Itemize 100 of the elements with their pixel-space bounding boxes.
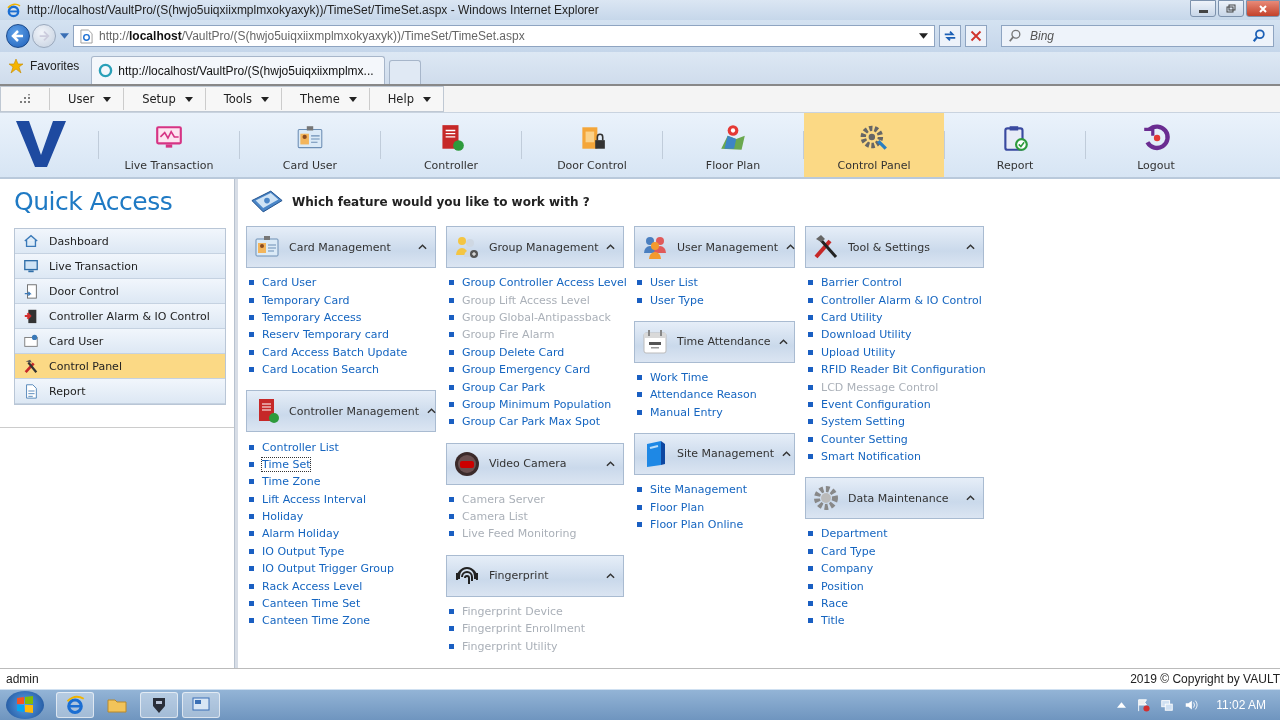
feature-link[interactable]: Site Management [650,483,748,497]
feature-link[interactable]: Temporary Access [262,310,362,324]
feature-link[interactable]: Counter Setting [821,432,908,446]
start-button[interactable] [6,691,44,719]
nav-button[interactable]: Controller [381,113,521,177]
quick-access-item[interactable]: Control Panel [15,354,225,379]
feature-link[interactable]: Card Type [821,544,876,558]
menu-item[interactable]: Tools [204,88,282,110]
feature-link[interactable]: Alarm Holiday [262,527,340,541]
feature-link[interactable]: Card Access Batch Update [262,345,408,359]
menu-item[interactable]: Setup [123,88,205,110]
group-header[interactable]: Card Management [246,226,436,268]
feature-link[interactable]: Canteen Time Set [262,597,361,611]
feature-link[interactable]: Rack Access Level [262,579,363,593]
stop-button[interactable] [965,25,987,47]
collapse-icon[interactable] [418,244,427,250]
collapse-icon[interactable] [606,460,615,467]
feature-link[interactable]: Group Delete Card [462,345,565,359]
dropdown-caret-icon[interactable] [60,33,69,39]
collapse-icon[interactable] [427,408,437,415]
feature-link[interactable]: Floor Plan [650,500,705,514]
group-header[interactable]: User Management [634,226,795,268]
nav-button[interactable]: Control Panel [804,113,944,177]
collapse-icon[interactable] [778,338,788,345]
group-header[interactable]: Controller Management [246,390,436,433]
nav-button[interactable]: Door Control [522,113,662,177]
feature-link[interactable]: Company [821,562,874,576]
nav-button[interactable]: Floor Plan [663,113,803,177]
group-header[interactable]: Group Management [446,226,624,268]
group-header[interactable]: Site Management [634,432,795,475]
collapse-icon[interactable] [966,495,975,502]
quick-access-item[interactable]: Dashboard [15,229,225,254]
feature-link[interactable]: Group Minimum Population [462,397,612,411]
close-button[interactable] [1246,0,1280,17]
address-field[interactable]: http://localhost/VaultPro/(S(hwjo5uiqxiixmplmxokyaxyk))/TimeSet/TimeSet.aspx [73,25,935,47]
collapse-icon[interactable] [786,244,796,250]
minimize-button[interactable] [1190,0,1216,17]
feature-link[interactable]: Canteen Time Zone [262,614,371,628]
feature-link[interactable]: Position [821,579,864,593]
menu-item[interactable]: User [49,88,124,110]
feature-link[interactable]: Card User [262,276,317,290]
feature-link[interactable]: Controller Alarm & IO Control [821,293,982,307]
feature-link[interactable]: Card Utility [821,310,883,324]
collapse-icon[interactable] [782,450,792,457]
nav-button[interactable]: Report [945,113,1085,177]
feature-link[interactable]: Race [821,597,848,611]
up-arrow-icon[interactable] [1117,702,1127,708]
network-icon[interactable] [1160,698,1175,712]
feature-link[interactable]: Event Configuration [821,397,931,411]
feature-link[interactable]: IO Output Trigger Group [262,562,395,576]
feature-link[interactable]: Title [821,614,845,628]
menu-item[interactable]: Help [368,88,443,110]
feature-link[interactable]: Work Time [650,370,709,384]
feature-link[interactable]: Holiday [262,510,304,524]
feature-link[interactable]: User List [650,276,698,290]
group-header[interactable]: Data Maintenance [805,477,984,520]
feature-link[interactable]: Group Controller Access Level [462,276,627,290]
nav-button[interactable]: Live Transaction [99,113,239,177]
refresh-button[interactable] [939,25,961,47]
group-header[interactable]: Fingerprint [446,554,624,597]
collapse-icon[interactable] [966,244,975,250]
flag-icon[interactable] [1136,698,1151,712]
feature-link[interactable]: User Type [650,293,704,307]
collapse-icon[interactable] [606,572,615,579]
feature-link[interactable]: Time Zone [262,475,321,489]
feature-link[interactable]: Floor Plan Online [650,517,744,531]
volume-icon[interactable] [1184,698,1199,712]
feature-link[interactable]: Barrier Control [821,276,902,290]
feature-link[interactable]: RFID Reader Bit Configuration [821,363,986,377]
search-field[interactable]: Bing [1001,25,1274,47]
quick-access-item[interactable]: Card User [15,329,225,354]
feature-link[interactable]: Controller List [262,440,339,454]
back-button[interactable] [6,24,30,48]
feature-link[interactable]: Group Car Park Max Spot [462,415,600,429]
taskbar-button[interactable] [140,692,178,718]
quick-access-item[interactable]: Door Control [15,279,225,304]
quick-access-item[interactable]: Controller Alarm & IO Control [15,304,225,329]
feature-link[interactable]: Group Car Park [462,380,546,394]
feature-link[interactable]: System Setting [821,415,905,429]
nav-button[interactable]: Logout [1086,113,1226,177]
quick-access-item[interactable]: Live Transaction [15,254,225,279]
menu-item[interactable]: Theme [281,88,369,110]
feature-link[interactable]: Smart Notification [821,450,921,464]
browser-tab[interactable]: http://localhost/VaultPro/(S(hwjo5uiqxiixmplmx... [91,56,385,84]
feature-link[interactable]: Reserv Temporary card [262,328,389,342]
feature-link[interactable]: Group Emergency Card [462,363,591,377]
quick-access-item[interactable]: Report [15,379,225,404]
feature-link[interactable]: Time Set [262,457,311,471]
group-header[interactable]: Time Attendance [634,320,795,363]
feature-link[interactable]: Lift Access Interval [262,492,366,506]
favorites-button[interactable]: Favorites [8,54,88,82]
feature-link[interactable]: Temporary Card [262,293,350,307]
feature-link[interactable]: Manual Entry [650,405,723,419]
collapse-icon[interactable] [606,244,616,250]
feature-link[interactable]: Upload Utility [821,345,896,359]
feature-link[interactable]: Download Utility [821,328,912,342]
caret-icon[interactable] [919,33,928,39]
feature-link[interactable]: Department [821,527,888,541]
group-header[interactable]: Tool & Settings [805,226,984,268]
feature-link[interactable]: Attendance Reason [650,388,757,402]
